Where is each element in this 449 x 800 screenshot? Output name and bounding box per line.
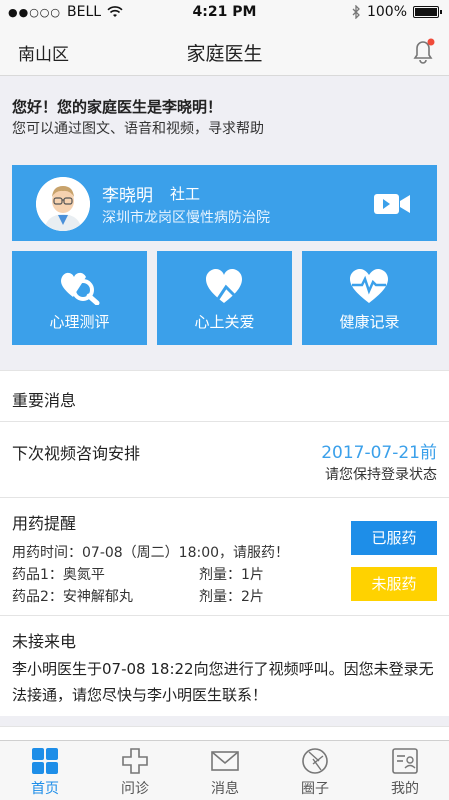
tab-bar: 首页 问诊 消息 圈子 我的 (0, 740, 449, 800)
doctor-avatar (36, 177, 90, 231)
drug-1-name: 药品1：奥氮平 (12, 567, 105, 583)
doctor-card[interactable]: 李晓明 社工 深圳市龙岗区慢性病防治院 (12, 165, 437, 241)
tile-label: 健康记录 (339, 313, 400, 331)
video-consult-note: 请您保持登录状态 (325, 467, 437, 483)
tab-label: 问诊 (121, 781, 149, 797)
home-grid-icon (32, 748, 58, 774)
news-header: 重要消息 (0, 370, 449, 422)
feature-tiles: 心理测评 心上关爱 健康记录 (12, 251, 437, 345)
tile-psych-test[interactable]: 心理测评 (12, 251, 147, 345)
tab-label: 消息 (211, 781, 239, 797)
video-consult-row[interactable]: 下次视频咨询安排 2017-07-21前 请您保持登录状态 (0, 422, 449, 498)
bell-icon[interactable] (409, 36, 437, 66)
profile-card-icon (392, 748, 418, 774)
drug-2-name: 药品2：安神解郁丸 (12, 589, 133, 605)
next-card-peek (0, 726, 449, 740)
medication-title: 用药提醒 (12, 514, 77, 533)
heart-care-icon (206, 269, 242, 303)
drug-2-dose: 剂量：2片 (199, 589, 264, 605)
bluetooth-icon (352, 5, 360, 19)
doctor-hospital: 深圳市龙岗区慢性病防治院 (102, 210, 270, 226)
tab-consult[interactable]: 问诊 (90, 741, 180, 800)
battery-percent: 100% (366, 4, 407, 20)
missed-call-row[interactable]: 未接来电 李小明医生于07-08 18:22向您进行了视频呼叫。因您未登录无法接… (0, 616, 449, 716)
tab-mine[interactable]: 我的 (360, 741, 449, 800)
nav-bar: 南山区 家庭医生 (0, 26, 449, 76)
tab-label: 我的 (391, 781, 419, 797)
tile-health-record[interactable]: 健康记录 (302, 251, 437, 345)
tab-label: 圈子 (301, 781, 329, 797)
tab-messages[interactable]: 消息 (180, 741, 270, 800)
greeting-subtitle: 您可以通过图文、语音和视频，寻求帮助 (12, 121, 264, 137)
doctor-role: 社工 (170, 185, 201, 203)
doctor-name: 李晓明 (102, 186, 153, 206)
video-consult-date: 2017-07-21前 (321, 443, 437, 463)
notification-badge (427, 38, 435, 46)
page-title: 家庭医生 (186, 43, 263, 65)
medication-time: 用药时间：07-08（周二）18:00，请服药！ (12, 545, 290, 561)
tab-circle[interactable]: 圈子 (270, 741, 360, 800)
tile-heart-care[interactable]: 心上关爱 (157, 251, 292, 345)
greeting-title: 您好！您的家庭医生是李晓明！ (12, 98, 223, 116)
missed-call-message: 李小明医生于07-08 18:22向您进行了视频呼叫。因您未登录无法接通，请您尽… (12, 660, 434, 704)
aperture-icon (302, 748, 328, 774)
health-record-icon (350, 269, 388, 303)
tile-label: 心理测评 (49, 313, 110, 331)
tab-home[interactable]: 首页 (0, 741, 90, 800)
untaken-button[interactable]: 未服药 (351, 567, 437, 601)
envelope-icon (211, 751, 239, 771)
video-call-icon[interactable] (373, 191, 411, 217)
tab-label: 首页 (31, 781, 59, 797)
psych-test-icon (61, 272, 100, 305)
taken-button[interactable]: 已服药 (351, 521, 437, 555)
video-consult-title: 下次视频咨询安排 (12, 444, 141, 463)
medication-reminder: 用药提醒 用药时间：07-08（周二）18:00，请服药！ 药品1：奥氮平 剂量… (0, 498, 449, 616)
news-title: 重要消息 (12, 391, 77, 410)
missed-call-title: 未接来电 (12, 632, 77, 651)
greeting: 您好！您的家庭医生是李晓明！ 您可以通过图文、语音和视频，寻求帮助 (12, 96, 437, 140)
status-bar: ●●○○○ BELL 4:21 PM 100% (0, 0, 449, 26)
cross-icon (122, 748, 148, 774)
tile-label: 心上关爱 (194, 313, 255, 331)
battery-icon (413, 6, 442, 18)
drug-1-dose: 剂量：1片 (199, 567, 264, 583)
